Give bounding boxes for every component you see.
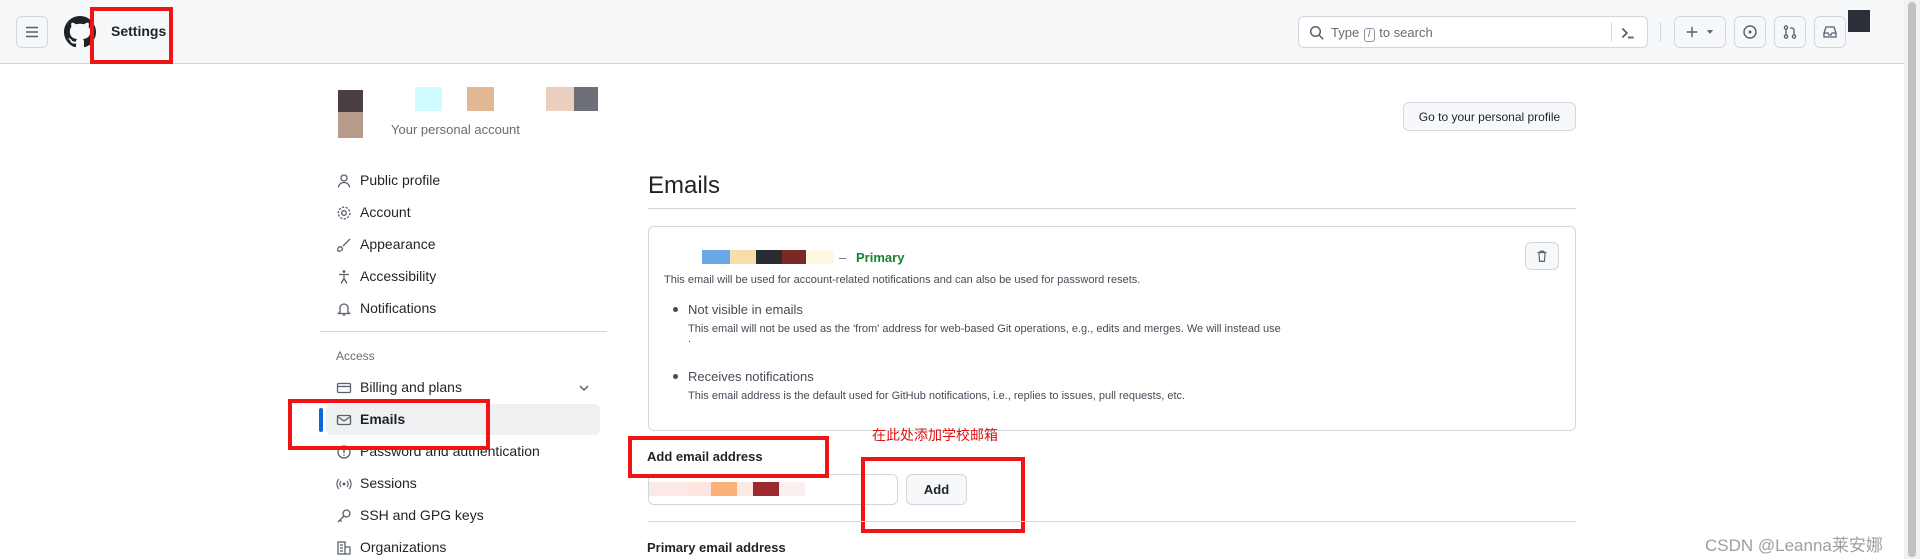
paintbrush-icon — [337, 238, 351, 252]
sidebar-item-label: Password and authentication — [360, 443, 540, 459]
header-divider — [1660, 22, 1661, 42]
bullet-text-continued: . — [688, 333, 692, 345]
page-title: Emails — [648, 172, 721, 199]
context-title[interactable]: Settings — [111, 23, 166, 39]
sidebar-item-label: Emails — [360, 411, 406, 427]
broadcast-icon — [336, 478, 352, 490]
plus-icon — [1686, 26, 1698, 38]
section-divider — [648, 521, 1576, 522]
inbox-button[interactable] — [1814, 16, 1846, 48]
organization-icon — [337, 541, 351, 555]
sidebar-divider — [320, 331, 607, 332]
sidebar-item-label: SSH and GPG keys — [360, 507, 484, 523]
go-to-profile-button[interactable]: Go to your personal profile — [1403, 102, 1576, 131]
pull-requests-button[interactable] — [1774, 16, 1806, 48]
create-new-button[interactable] — [1674, 16, 1726, 48]
annotation-text: 在此处添加学校邮箱 — [872, 427, 998, 443]
bullet-dot — [673, 307, 678, 312]
accessibility-icon — [339, 270, 349, 284]
avatar[interactable] — [338, 90, 363, 112]
slash-key-hint: / — [1363, 28, 1375, 42]
bullet-dot — [673, 374, 678, 379]
menu-button[interactable] — [16, 16, 48, 48]
trash-icon — [1537, 250, 1547, 262]
git-pull-request-icon — [1783, 25, 1797, 39]
sidebar-item-billing[interactable]: Billing and plans — [326, 372, 600, 403]
watermark-text: CSDN @Leanna莱安娜 — [1705, 536, 1883, 555]
issues-button[interactable] — [1734, 16, 1766, 48]
sidebar-item-organizations[interactable]: Organizations — [326, 532, 600, 559]
sidebar-item-label: Notifications — [360, 300, 437, 316]
add-email-button[interactable]: Add — [906, 474, 967, 505]
search-icon — [1309, 25, 1324, 40]
sidebar-item-notifications[interactable]: Notifications — [326, 293, 600, 324]
person-icon — [337, 174, 351, 188]
triangle-down-icon — [1706, 30, 1714, 34]
avatar-redacted-block — [338, 112, 363, 138]
command-palette-icon[interactable] — [1619, 24, 1637, 42]
avatar[interactable] — [1848, 10, 1870, 32]
active-indicator — [319, 408, 323, 432]
github-logo-icon[interactable] — [64, 16, 96, 48]
sidebar-item-label: Appearance — [360, 236, 436, 252]
sidebar-item-emails[interactable]: Emails — [326, 404, 600, 435]
sidebar-item-label: Account — [360, 204, 411, 220]
redacted-block — [467, 87, 494, 111]
primary-email-section-title: Primary email address — [647, 540, 786, 555]
sidebar-item-label: Accessibility — [360, 268, 437, 284]
key-icon — [337, 509, 351, 523]
issue-opened-icon — [1743, 25, 1757, 39]
redacted-block — [574, 87, 598, 111]
primary-badge: Primary — [856, 250, 905, 265]
sidebar-item-ssh-gpg[interactable]: SSH and GPG keys — [326, 500, 600, 531]
mail-icon — [336, 414, 352, 426]
search-divider — [1611, 22, 1612, 42]
shield-lock-icon — [337, 445, 351, 459]
sidebar-item-label: Sessions — [360, 475, 417, 491]
email-dash: – — [839, 250, 847, 265]
top-header: Settings Type / to search — [0, 0, 1920, 64]
sidebar-item-label: Public profile — [360, 172, 441, 188]
account-subtitle: Your personal account — [391, 122, 520, 137]
bullet-text: This email address is the default used f… — [688, 390, 1186, 402]
sidebar-item-sessions[interactable]: Sessions — [326, 468, 600, 499]
add-email-label: Add email address — [647, 449, 763, 464]
primary-email-description: This email will be used for account-rela… — [664, 274, 1141, 286]
bullet-title: Receives notifications — [688, 369, 814, 384]
sidebar-heading-access: Access — [336, 349, 375, 363]
hamburger-icon — [26, 26, 38, 38]
redacted-block — [546, 87, 574, 111]
sidebar-item-accessibility[interactable]: Accessibility — [326, 261, 600, 292]
gear-icon — [337, 206, 351, 220]
sidebar-item-appearance[interactable]: Appearance — [326, 229, 600, 260]
redacted-block — [415, 87, 442, 111]
delete-email-button[interactable] — [1525, 242, 1559, 270]
title-divider — [648, 208, 1576, 209]
credit-card-icon — [336, 382, 352, 394]
sidebar-item-public-profile[interactable]: Public profile — [326, 165, 600, 196]
search-placeholder: Type / to search — [1331, 25, 1433, 42]
sidebar-item-account[interactable]: Account — [326, 197, 600, 228]
sidebar-item-label: Organizations — [360, 539, 447, 555]
email-field[interactable] — [648, 474, 898, 505]
sidebar-item-label: Billing and plans — [360, 379, 462, 395]
sidebar-item-password[interactable]: Password and authentication — [326, 436, 600, 467]
bullet-text: This email will not be used as the 'from… — [688, 323, 1281, 335]
inbox-icon — [1823, 26, 1837, 38]
bullet-title: Not visible in emails — [688, 302, 803, 317]
search-input[interactable]: Type / to search — [1298, 16, 1648, 48]
chevron-down-icon[interactable] — [576, 380, 592, 396]
bell-icon — [336, 303, 352, 316]
scrollbar-thumb[interactable] — [1908, 2, 1916, 557]
